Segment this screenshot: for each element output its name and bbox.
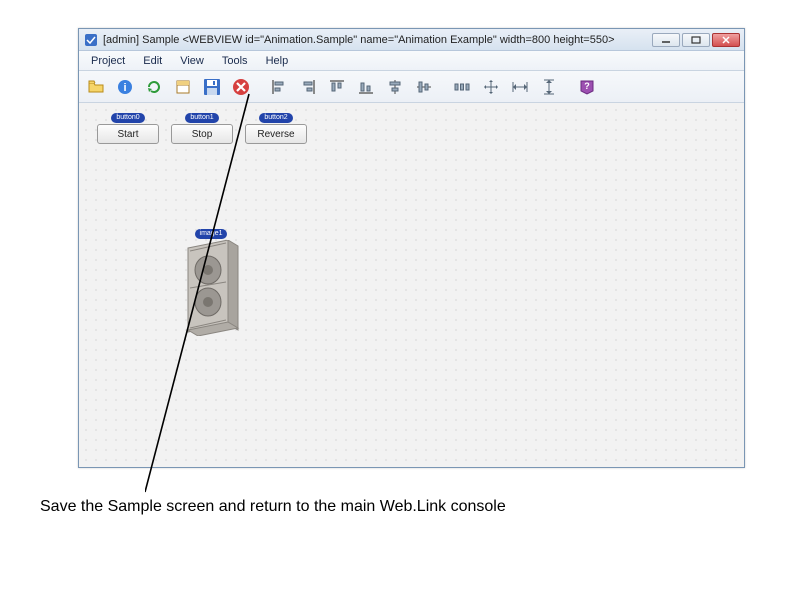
align-center-h-icon[interactable] (382, 74, 408, 100)
align-bottom-icon[interactable] (353, 74, 379, 100)
close-button[interactable] (712, 33, 740, 47)
align-center-v-icon[interactable] (411, 74, 437, 100)
menu-edit[interactable]: Edit (135, 53, 170, 69)
button0-tag: button0 (111, 113, 144, 123)
refresh-icon[interactable] (141, 74, 167, 100)
save-icon[interactable] (199, 74, 225, 100)
svg-text:?: ? (584, 81, 590, 91)
distribute-h-icon[interactable] (449, 74, 475, 100)
window-title: [admin] Sample <WEBVIEW id="Animation.Sa… (103, 34, 652, 46)
button2-body: Reverse (245, 124, 307, 144)
button2-tag: button2 (259, 113, 292, 123)
button0-body: Start (97, 124, 159, 144)
properties-icon[interactable] (170, 74, 196, 100)
align-left-icon[interactable] (266, 74, 292, 100)
align-top-icon[interactable] (324, 74, 350, 100)
info-icon[interactable]: i (112, 74, 138, 100)
window-controls (652, 33, 740, 47)
menubar: Project Edit View Tools Help (79, 51, 744, 71)
minimize-button[interactable] (652, 33, 680, 47)
app-window: [admin] Sample <WEBVIEW id="Animation.Sa… (78, 28, 745, 468)
caption-text: Save the Sample screen and return to the… (40, 498, 506, 516)
open-icon[interactable] (83, 74, 109, 100)
app-icon (83, 32, 99, 48)
help-icon[interactable]: ? (574, 74, 600, 100)
menu-help[interactable]: Help (258, 53, 297, 69)
titlebar: [admin] Sample <WEBVIEW id="Animation.Sa… (79, 29, 744, 51)
image1[interactable]: image1 (179, 229, 243, 336)
menu-view[interactable]: View (172, 53, 212, 69)
equipment-icon (182, 240, 240, 336)
menu-tools[interactable]: Tools (214, 53, 256, 69)
svg-text:i: i (123, 82, 126, 94)
move-icon[interactable] (478, 74, 504, 100)
height-icon[interactable] (536, 74, 562, 100)
menu-project[interactable]: Project (83, 53, 133, 69)
align-right-icon[interactable] (295, 74, 321, 100)
button1-body: Stop (171, 124, 233, 144)
maximize-button[interactable] (682, 33, 710, 47)
width-icon[interactable] (507, 74, 533, 100)
button1-tag: button1 (185, 113, 218, 123)
image1-tag: image1 (195, 229, 228, 239)
cancel-icon[interactable] (228, 74, 254, 100)
button1[interactable]: button1 Stop (171, 113, 233, 145)
button2[interactable]: button2 Reverse (245, 113, 307, 145)
toolbar: i (79, 71, 744, 103)
button0[interactable]: button0 Start (97, 113, 159, 145)
design-canvas[interactable]: button0 Start button1 Stop button2 Rever… (79, 103, 744, 467)
